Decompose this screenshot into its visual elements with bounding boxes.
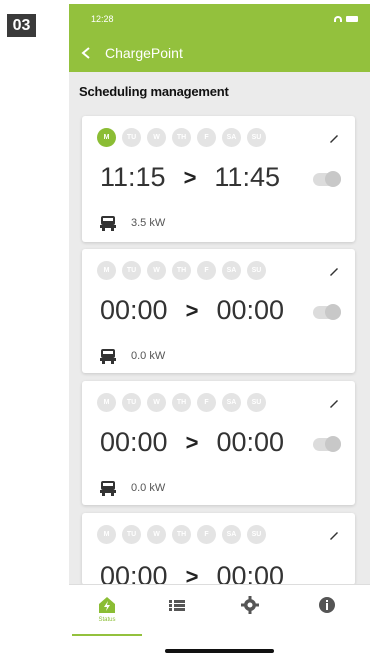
back-arrow-icon[interactable] [79, 46, 93, 60]
time-range: 00:00 > 00:00 [100, 561, 284, 585]
day-toggle[interactable]: F [197, 393, 216, 412]
wifi-icon [334, 16, 342, 22]
power-row: 3.5 kW [98, 214, 165, 232]
power-row: 0.0 kW [98, 347, 165, 365]
nav-status[interactable]: Status [87, 595, 127, 635]
day-toggle[interactable]: W [147, 525, 166, 544]
day-toggle[interactable]: TU [122, 128, 141, 147]
day-selector: M TU W TH F SA SU [97, 261, 266, 280]
day-toggle[interactable]: W [147, 128, 166, 147]
day-toggle[interactable]: TH [172, 128, 191, 147]
day-toggle[interactable]: TH [172, 393, 191, 412]
day-toggle[interactable]: SU [247, 261, 266, 280]
info-icon [319, 597, 335, 613]
status-icons [334, 16, 358, 22]
start-time: 00:00 [100, 561, 168, 585]
power-value: 3.5 kW [131, 217, 166, 229]
time-range: 11:15 > 11:45 [100, 162, 280, 193]
day-toggle[interactable]: SA [222, 393, 241, 412]
day-selector: M TU W TH F SA SU [97, 525, 266, 544]
nav-label: Status [98, 617, 116, 623]
arrow-right-icon: > [185, 563, 199, 586]
edit-pencil-icon[interactable] [327, 528, 341, 542]
end-time: 00:00 [216, 561, 285, 585]
day-toggle[interactable]: F [197, 261, 216, 280]
edit-pencil-icon[interactable] [327, 131, 341, 145]
power-value: 0.0 kW [131, 350, 166, 362]
day-selector: M TU W TH F SA SU [97, 393, 266, 412]
enable-toggle[interactable] [313, 171, 341, 187]
day-toggle[interactable]: SA [222, 261, 241, 280]
gear-icon [241, 596, 259, 614]
nav-info[interactable] [307, 595, 347, 635]
day-toggle[interactable]: SU [247, 128, 266, 147]
day-toggle[interactable]: M [97, 393, 116, 412]
arrow-right-icon: > [183, 164, 197, 190]
car-icon [100, 349, 116, 364]
power-value: 0.0 kW [131, 482, 166, 494]
list-icon [169, 600, 185, 611]
nav-list[interactable] [157, 595, 197, 635]
schedule-card[interactable]: M TU W TH F SA SU 00:00 > 00:00 [82, 513, 355, 585]
bottom-navigation: Status [69, 584, 370, 657]
day-toggle[interactable]: SA [222, 525, 241, 544]
day-toggle[interactable]: TU [122, 393, 141, 412]
end-time: 00:00 [216, 427, 285, 457]
time-range: 00:00 > 00:00 [100, 295, 284, 326]
day-toggle[interactable]: M [97, 525, 116, 544]
active-tab-indicator [72, 634, 142, 636]
home-indicator [165, 649, 274, 653]
day-toggle[interactable]: M [97, 128, 116, 147]
schedule-card[interactable]: M TU W TH F SA SU 00:00 > 00:00 0.0 kW [82, 249, 355, 373]
phone-screen: 12:28 ChargePoint Scheduling management … [69, 4, 370, 657]
schedule-card[interactable]: M TU W TH F SA SU 00:00 > 00:00 0.0 kW [82, 381, 355, 505]
schedule-card[interactable]: M TU W TH F SA SU 11:15 > 11:45 3.5 kW [82, 116, 355, 242]
edit-pencil-icon[interactable] [327, 264, 341, 278]
start-time: 11:15 [100, 162, 166, 192]
day-toggle[interactable]: TH [172, 261, 191, 280]
day-toggle[interactable]: TH [172, 525, 191, 544]
time-range: 00:00 > 00:00 [100, 427, 284, 458]
day-toggle[interactable]: F [197, 128, 216, 147]
day-toggle[interactable]: SU [247, 393, 266, 412]
day-toggle[interactable]: W [147, 261, 166, 280]
arrow-right-icon: > [185, 297, 199, 323]
car-icon [100, 481, 116, 496]
day-toggle[interactable]: SU [247, 525, 266, 544]
nav-settings[interactable] [230, 595, 270, 635]
step-badge: 03 [7, 14, 36, 37]
page-title: Scheduling management [79, 84, 229, 99]
end-time: 00:00 [216, 295, 285, 325]
day-toggle[interactable]: F [197, 525, 216, 544]
car-icon [100, 216, 116, 231]
battery-icon [346, 16, 358, 22]
home-charger-icon [99, 597, 115, 613]
status-time: 12:28 [91, 14, 114, 24]
app-title: ChargePoint [105, 45, 183, 61]
day-selector: M TU W TH F SA SU [97, 128, 266, 147]
day-toggle[interactable]: SA [222, 128, 241, 147]
enable-toggle[interactable] [313, 436, 341, 452]
start-time: 00:00 [100, 427, 168, 457]
start-time: 00:00 [100, 295, 168, 325]
app-bar: ChargePoint [69, 34, 370, 72]
power-row: 0.0 kW [98, 479, 165, 497]
enable-toggle[interactable] [313, 304, 341, 320]
day-toggle[interactable]: TU [122, 261, 141, 280]
day-toggle[interactable]: M [97, 261, 116, 280]
day-toggle[interactable]: TU [122, 525, 141, 544]
end-time: 11:45 [214, 162, 280, 192]
edit-pencil-icon[interactable] [327, 396, 341, 410]
status-bar: 12:28 [69, 4, 370, 34]
day-toggle[interactable]: W [147, 393, 166, 412]
arrow-right-icon: > [185, 429, 199, 455]
